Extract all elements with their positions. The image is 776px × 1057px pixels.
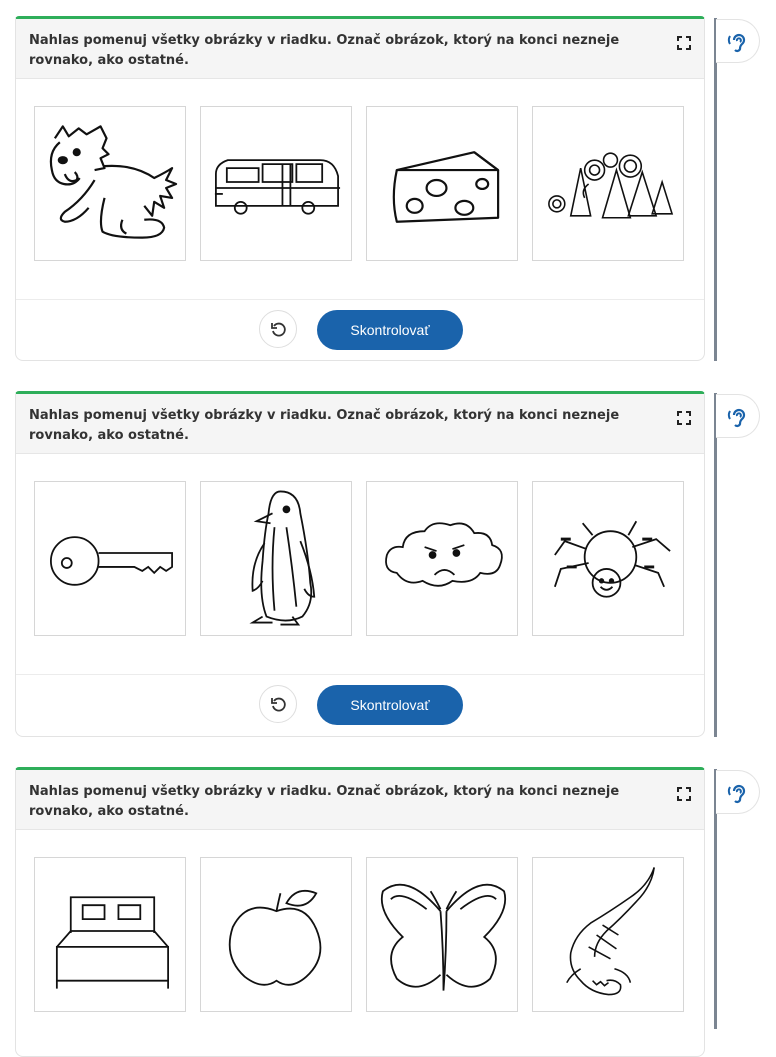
side-divider xyxy=(714,393,717,737)
exercise-instruction: Nahlas pomenuj všetky obrázky v riadku. … xyxy=(29,408,620,443)
listen-button[interactable] xyxy=(716,394,760,438)
forest-picture[interactable] xyxy=(532,106,684,261)
ear-icon xyxy=(727,33,746,53)
side-divider xyxy=(714,18,717,361)
butterfly-picture[interactable] xyxy=(366,857,518,1012)
bed-picture[interactable] xyxy=(34,857,186,1012)
crocodile-picture[interactable] xyxy=(532,857,684,1012)
exercise-header: Nahlas pomenuj všetky obrázky v riadku. … xyxy=(16,394,704,454)
exercise-header: Nahlas pomenuj všetky obrázky v riadku. … xyxy=(16,770,704,830)
bus-picture[interactable] xyxy=(200,106,352,261)
check-button[interactable]: Skontrolovať xyxy=(317,685,463,725)
key-picture[interactable] xyxy=(34,481,186,636)
exercise-footer: Skontrolovať xyxy=(16,675,704,733)
reset-icon xyxy=(271,322,286,337)
cheese-picture[interactable] xyxy=(366,106,518,261)
penguin-picture[interactable] xyxy=(200,481,352,636)
cloud-picture[interactable] xyxy=(366,481,518,636)
dog-picture[interactable] xyxy=(34,106,186,261)
exercise-card-3: Nahlas pomenuj všetky obrázky v riadku. … xyxy=(15,767,705,1057)
spider-picture[interactable] xyxy=(532,481,684,636)
picture-row xyxy=(16,79,704,300)
listen-button[interactable] xyxy=(716,19,760,63)
expand-icon[interactable] xyxy=(676,35,692,51)
exercise-footer: Skontrolovať xyxy=(16,300,704,358)
reset-icon xyxy=(271,697,286,712)
reset-button[interactable] xyxy=(259,310,297,348)
exercise-header: Nahlas pomenuj všetky obrázky v riadku. … xyxy=(16,19,704,79)
apple-picture[interactable] xyxy=(200,857,352,1012)
ear-icon xyxy=(727,408,746,428)
picture-row xyxy=(16,830,704,1050)
expand-icon[interactable] xyxy=(676,410,692,426)
exercise-instruction: Nahlas pomenuj všetky obrázky v riadku. … xyxy=(29,33,620,68)
expand-icon[interactable] xyxy=(676,786,692,802)
reset-button[interactable] xyxy=(259,685,297,723)
check-button[interactable]: Skontrolovať xyxy=(317,310,463,350)
picture-row xyxy=(16,454,704,675)
exercise-card-2: Nahlas pomenuj všetky obrázky v riadku. … xyxy=(15,391,705,737)
listen-button[interactable] xyxy=(716,770,760,814)
ear-icon xyxy=(727,784,746,804)
exercise-card-1: Nahlas pomenuj všetky obrázky v riadku. … xyxy=(15,16,705,361)
exercise-instruction: Nahlas pomenuj všetky obrázky v riadku. … xyxy=(29,784,620,819)
